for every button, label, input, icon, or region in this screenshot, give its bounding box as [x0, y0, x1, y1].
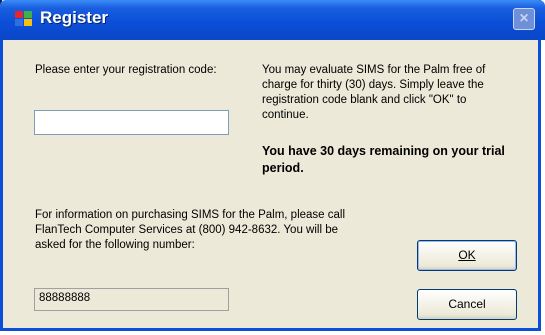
window-title: Register [40, 8, 109, 27]
close-icon: × [519, 10, 529, 27]
app-flag-icon [15, 11, 32, 26]
purchase-info: For information on purchasing SIMS for t… [35, 209, 346, 251]
cancel-button[interactable]: Cancel [417, 289, 517, 320]
trial-status: You have 30 days remaining on your trial… [262, 144, 505, 175]
ok-button[interactable]: OK [417, 240, 517, 271]
registration-prompt: Please enter your registration code: [35, 64, 217, 76]
close-button[interactable]: × [513, 8, 535, 30]
ok-button-label: OK [458, 248, 476, 262]
cancel-button-label: Cancel [448, 297, 486, 311]
title-bar[interactable]: Register × [0, 0, 545, 40]
registration-number-field[interactable]: 88888888 [34, 288, 229, 311]
evaluation-info: You may evaluate SIMS for the Palm free … [262, 64, 486, 121]
registration-code-input[interactable] [34, 110, 229, 135]
